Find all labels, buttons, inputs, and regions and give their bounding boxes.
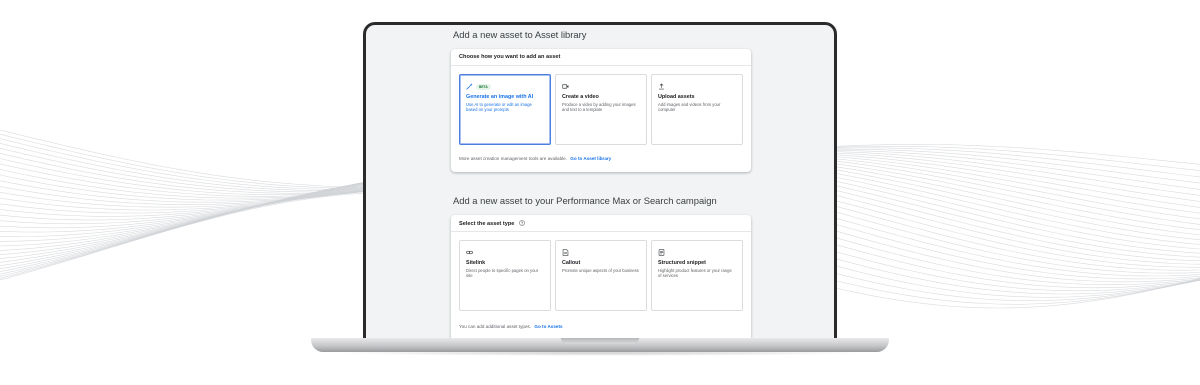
laptop-screen: Add a new asset to Asset library Choose … <box>366 25 834 344</box>
callout-icon <box>562 249 569 256</box>
video-camera-icon <box>562 84 569 89</box>
go-to-asset-library-link[interactable]: Go to Asset library <box>570 156 611 161</box>
card-footer: You can add additional asset types. Go t… <box>451 324 751 329</box>
card-header-label: Select the asset type <box>459 221 515 227</box>
option-header <box>562 81 640 92</box>
option-sitelink[interactable]: Sitelink Direct people to specific pages… <box>459 240 551 311</box>
laptop-frame: Add a new asset to Asset library Choose … <box>363 22 837 344</box>
option-title: Create a video <box>562 94 599 100</box>
card-footer: More asset creation management tools are… <box>451 156 751 161</box>
link-icon <box>466 250 473 255</box>
option-create-video[interactable]: Create a video Produce a video by adding… <box>555 74 647 145</box>
footer-text: More asset creation management tools are… <box>459 156 568 161</box>
option-callout[interactable]: Callout Promote unique aspects of your b… <box>555 240 647 311</box>
option-description: Add images and videos from your computer <box>658 102 721 113</box>
asset-type-card: Select the asset type Sitelink Direct pe… <box>451 215 751 344</box>
option-description: Produce a video by adding your images an… <box>562 102 636 113</box>
beta-badge: BETA <box>476 83 491 90</box>
help-icon[interactable] <box>519 220 525 226</box>
footer-text: You can add additional asset types. <box>459 324 532 329</box>
magic-wand-icon <box>466 83 473 90</box>
option-header: BETA <box>466 81 544 92</box>
option-header <box>466 247 544 258</box>
option-title: Structured snippet <box>658 260 706 266</box>
go-to-assets-link[interactable]: Go to Assets <box>534 324 562 329</box>
upload-icon <box>659 83 664 90</box>
option-structured-snippet[interactable]: Structured snippet Highlight product fea… <box>651 240 743 311</box>
option-upload-assets[interactable]: Upload assets Add images and videos from… <box>651 74 743 145</box>
option-grid: BETA Generate an image with AI Use AI to… <box>451 66 751 145</box>
card-header: Choose how you want to add an asset <box>451 49 751 66</box>
option-header <box>658 247 736 258</box>
option-grid: Sitelink Direct people to specific pages… <box>451 232 751 311</box>
option-title: Callout <box>562 260 581 266</box>
option-description: Promote unique aspects of your business <box>562 268 639 273</box>
snippet-icon <box>658 249 665 256</box>
option-generate-image-ai[interactable]: BETA Generate an image with AI Use AI to… <box>459 74 551 145</box>
card-header: Select the asset type <box>451 215 751 232</box>
option-title: Sitelink <box>466 260 486 266</box>
asset-library-card: Choose how you want to add an asset BETA… <box>451 49 751 172</box>
option-description: Highlight product features or your range… <box>658 268 732 279</box>
section-title-campaign: Add a new asset to your Performance Max … <box>453 195 717 206</box>
option-description: Use AI to generate or edit an image base… <box>466 102 532 113</box>
option-title: Generate an image with AI <box>466 94 534 100</box>
option-title: Upload assets <box>658 94 695 100</box>
laptop-notch <box>561 338 639 344</box>
option-header <box>658 81 736 92</box>
option-header <box>562 247 640 258</box>
section-title-asset-library: Add a new asset to Asset library <box>453 29 587 40</box>
option-description: Direct people to specific pages on your … <box>466 268 539 279</box>
